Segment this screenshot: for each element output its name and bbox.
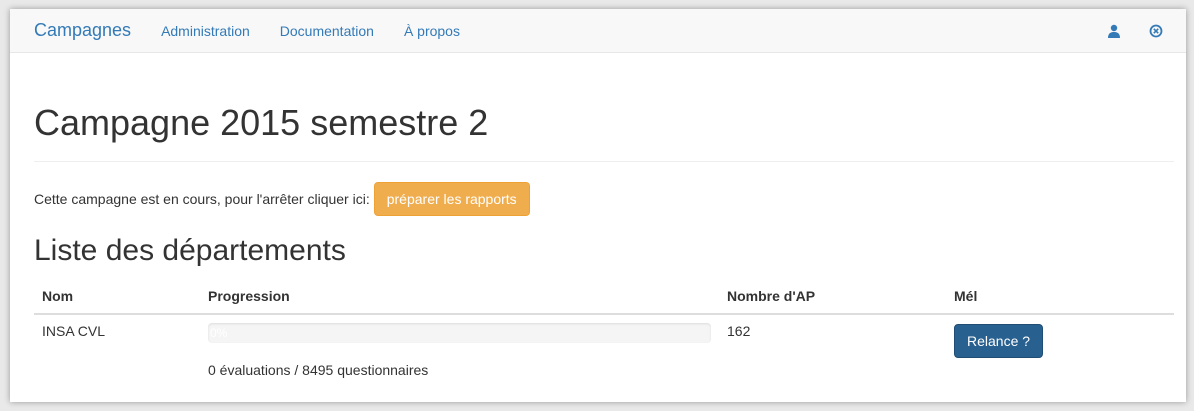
navbar-right bbox=[1106, 9, 1164, 53]
table-header-row: Nom Progression Nombre d'AP Mél bbox=[34, 279, 1174, 315]
progress-cell: 0% 0 évaluations / 8495 questionnaires bbox=[200, 313, 719, 386]
logout-icon[interactable] bbox=[1148, 23, 1164, 39]
ap-count: 162 bbox=[719, 313, 946, 386]
progress-bar-track: 0% bbox=[208, 323, 711, 343]
campaign-status-text: Cette campagne est en cours, pour l'arrê… bbox=[34, 191, 370, 207]
browser-window: Campagnes Administration Documentation À… bbox=[10, 9, 1186, 402]
campaign-status: Cette campagne est en cours, pour l'arrê… bbox=[34, 182, 1174, 216]
reminder-button[interactable]: Relance ? bbox=[954, 324, 1044, 358]
prepare-reports-button[interactable]: préparer les rapports bbox=[373, 182, 530, 216]
table-row: INSA CVL 0% 0 évaluations / 8495 questio… bbox=[34, 313, 1174, 386]
departments-title: Liste des départements bbox=[34, 234, 346, 267]
progress-label: 0% bbox=[210, 326, 228, 340]
user-icon[interactable] bbox=[1106, 23, 1122, 39]
column-header-mail: Mél bbox=[946, 279, 1174, 315]
column-header-progress: Progression bbox=[200, 279, 719, 315]
page-title: Campagne 2015 semestre 2 bbox=[34, 102, 489, 143]
departments-table: Nom Progression Nombre d'AP Mél INSA CVL… bbox=[34, 279, 1174, 386]
column-header-ap-count: Nombre d'AP bbox=[719, 279, 946, 315]
mail-cell: Relance ? bbox=[946, 313, 1174, 386]
progress-caption: 0 évaluations / 8495 questionnaires bbox=[208, 362, 429, 378]
page-header: Campagne 2015 semestre 2 bbox=[34, 53, 1174, 162]
column-header-name: Nom bbox=[34, 279, 200, 315]
nav-link-documentation[interactable]: Documentation bbox=[280, 23, 374, 39]
nav-link-a-propos[interactable]: À propos bbox=[404, 23, 460, 39]
nav-link-administration[interactable]: Administration bbox=[161, 23, 250, 39]
brand-link[interactable]: Campagnes bbox=[34, 20, 131, 41]
main-container: Campagne 2015 semestre 2 Cette campagne … bbox=[34, 53, 1174, 386]
navbar: Campagnes Administration Documentation À… bbox=[10, 9, 1186, 53]
department-name: INSA CVL bbox=[34, 313, 200, 386]
